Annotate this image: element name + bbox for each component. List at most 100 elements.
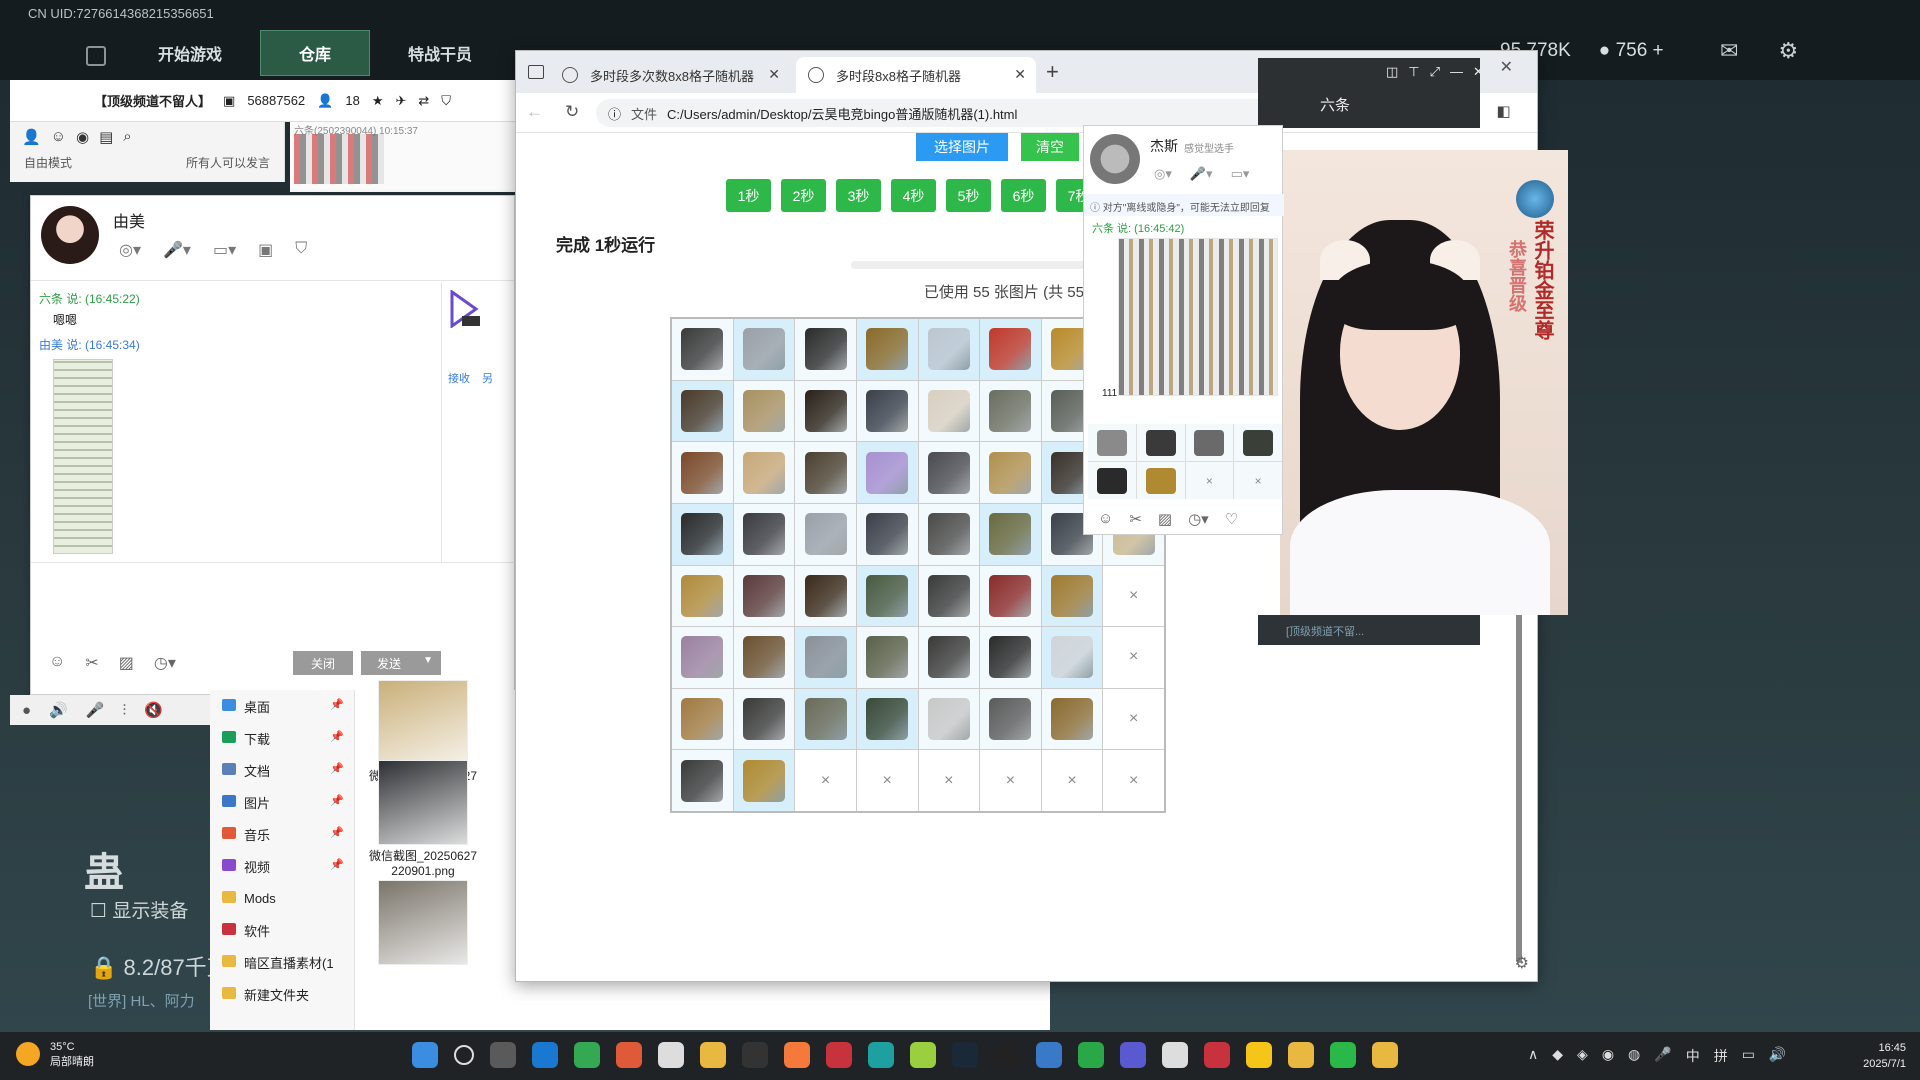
note-icon[interactable]: ▤ <box>99 128 113 146</box>
tray-app-icon[interactable]: ◉ <box>1602 1046 1614 1066</box>
explorer-nav-item[interactable]: 图片 📌 <box>210 786 354 818</box>
grid-cell[interactable] <box>856 565 918 627</box>
history-icon[interactable]: ◷▾ <box>154 653 176 673</box>
new-tab-button[interactable]: + <box>1046 59 1059 85</box>
close-icon[interactable]: ✕ <box>768 66 780 83</box>
taskbar-app-icon[interactable] <box>826 1042 852 1068</box>
grid-cell[interactable] <box>918 442 980 503</box>
image-icon[interactable]: ▨ <box>119 653 134 673</box>
grid-cell[interactable] <box>795 688 856 750</box>
grid-cell-empty[interactable]: × <box>918 750 980 811</box>
chevron-down-icon[interactable]: ▼ <box>423 655 433 666</box>
taskbar-app-icon[interactable] <box>532 1042 558 1068</box>
equalizer-icon[interactable]: ⫶ <box>122 702 126 719</box>
grid-cell[interactable] <box>733 627 795 688</box>
grid-cell[interactable] <box>672 688 733 750</box>
seconds-button[interactable]: 4秒 <box>891 179 936 212</box>
reload-icon[interactable]: ↻ <box>565 102 579 122</box>
contact-avatar[interactable] <box>41 206 99 264</box>
taskbar-app-icon[interactable] <box>910 1042 936 1068</box>
ime-lang[interactable]: 中 <box>1686 1046 1700 1066</box>
taskbar-app-icon[interactable] <box>952 1042 978 1068</box>
image-icon[interactable]: ▨ <box>1158 510 1172 528</box>
grid-cell[interactable] <box>795 319 856 380</box>
grid-cell[interactable] <box>1234 424 1282 461</box>
pin-icon[interactable]: 📌 <box>330 730 344 743</box>
pin-icon[interactable]: 📌 <box>330 858 344 871</box>
tray-app-icon[interactable]: ◆ <box>1552 1046 1563 1066</box>
location-icon[interactable]: ◉ <box>76 128 89 146</box>
explorer-nav-item[interactable]: 新建文件夹 <box>210 978 354 1010</box>
grid-cell[interactable] <box>918 319 980 380</box>
tray-chevron-icon[interactable]: ∧ <box>1528 1046 1538 1066</box>
other-link[interactable]: 另 <box>482 370 493 386</box>
emoji-icon[interactable]: ☺ <box>49 653 65 673</box>
seconds-button[interactable]: 2秒 <box>781 179 826 212</box>
right-lower-bar[interactable]: [顶级频道不留... <box>1258 615 1480 645</box>
show-equipment-toggle[interactable]: ☐ 显示装备 <box>90 896 188 923</box>
grid-cell[interactable] <box>672 319 733 380</box>
grid-cell[interactable] <box>733 750 795 811</box>
taskbar-app-icon[interactable] <box>994 1042 1020 1068</box>
grid-cell[interactable] <box>795 442 856 503</box>
explorer-nav-item[interactable]: 文档 📌 <box>210 754 354 786</box>
tab-1[interactable]: 多时段多次数8x8格子随机器 ✕ <box>550 57 790 93</box>
taskbar-app-icon[interactable] <box>1372 1042 1398 1068</box>
taskbar-app-icon[interactable] <box>1204 1042 1230 1068</box>
contact-avatar[interactable] <box>1090 134 1140 184</box>
nav-operators[interactable]: 特战干员 <box>370 30 510 76</box>
avatar-mini[interactable]: ● <box>22 702 31 719</box>
grid-cell[interactable] <box>672 750 733 811</box>
close-window-icon[interactable]: ✕ <box>1500 57 1513 77</box>
explorer-nav-item[interactable]: 软件 <box>210 914 354 946</box>
plane-icon[interactable]: ✈ <box>395 93 406 109</box>
grid-cell[interactable] <box>733 688 795 750</box>
info-icon[interactable]: ⓘ <box>608 104 621 123</box>
explorer-nav-item[interactable]: 视频 📌 <box>210 850 354 882</box>
pin-icon[interactable]: 📌 <box>330 762 344 775</box>
folder-icon[interactable]: ▭▾ <box>1231 166 1250 182</box>
grid-cell[interactable] <box>795 503 856 565</box>
mic-icon[interactable]: 🎤▾ <box>1190 166 1213 182</box>
seconds-button[interactable]: 1秒 <box>726 179 771 212</box>
chat-input-area[interactable]: ☺ ✂ ▨ ◷▾ 关闭 发送 ▼ <box>31 562 516 696</box>
grid-cell[interactable] <box>856 380 918 442</box>
seconds-button[interactable]: 5秒 <box>946 179 991 212</box>
taskbar-app-icon[interactable] <box>490 1042 516 1068</box>
file-item[interactable]: 微信截图_20250627220901.png <box>368 760 478 879</box>
shield-icon[interactable]: ⛉ <box>441 93 451 109</box>
nav-start-game[interactable]: 开始游戏 <box>80 30 260 76</box>
grid-cell[interactable] <box>672 503 733 565</box>
tray-app-icon[interactable]: ◍ <box>1628 1046 1640 1066</box>
pip-icon[interactable]: ◫ <box>1386 64 1398 80</box>
explorer-nav-item[interactable]: 音乐 📌 <box>210 818 354 850</box>
grid-cell-empty[interactable]: × <box>1234 462 1282 499</box>
close-icon[interactable]: ✕ <box>1473 64 1484 80</box>
seconds-button[interactable]: 3秒 <box>836 179 881 212</box>
tab-2[interactable]: 多时段8x8格子随机器 ✕ <box>796 57 1036 93</box>
grid-cell[interactable] <box>1041 565 1103 627</box>
scissors-icon[interactable]: ✂ <box>1129 510 1142 528</box>
sidebar-icon[interactable]: ◧ <box>1496 102 1510 120</box>
grid-cell[interactable] <box>856 627 918 688</box>
taskbar-app-icon[interactable] <box>1246 1042 1272 1068</box>
settings-gear-icon[interactable]: ⚙ <box>1515 953 1529 973</box>
grid-cell[interactable] <box>1041 688 1103 750</box>
grid-cell[interactable] <box>918 565 980 627</box>
grid-cell[interactable] <box>980 442 1041 503</box>
volume-icon[interactable]: 🔊 <box>1769 1046 1786 1066</box>
close-icon[interactable]: ✕ <box>1014 66 1026 83</box>
tray-mic-icon[interactable]: 🎤 <box>1654 1046 1671 1066</box>
grid-cell[interactable] <box>733 565 795 627</box>
user-icon[interactable]: 👤 <box>22 128 41 146</box>
grid-cell-empty[interactable]: × <box>980 750 1041 811</box>
mute-icon[interactable]: 🔇 <box>144 701 163 719</box>
history-icon[interactable]: ◷▾ <box>1188 510 1209 528</box>
explorer-nav-item[interactable]: 下载 📌 <box>210 722 354 754</box>
explorer-nav-item[interactable]: 暗区直播素材(1 <box>210 946 354 978</box>
taskbar-app-icon[interactable] <box>700 1042 726 1068</box>
grid-cell[interactable] <box>795 380 856 442</box>
back-icon[interactable]: ← <box>526 102 543 122</box>
grid-cell[interactable] <box>1088 424 1136 461</box>
taskbar-app-icon[interactable] <box>616 1042 642 1068</box>
